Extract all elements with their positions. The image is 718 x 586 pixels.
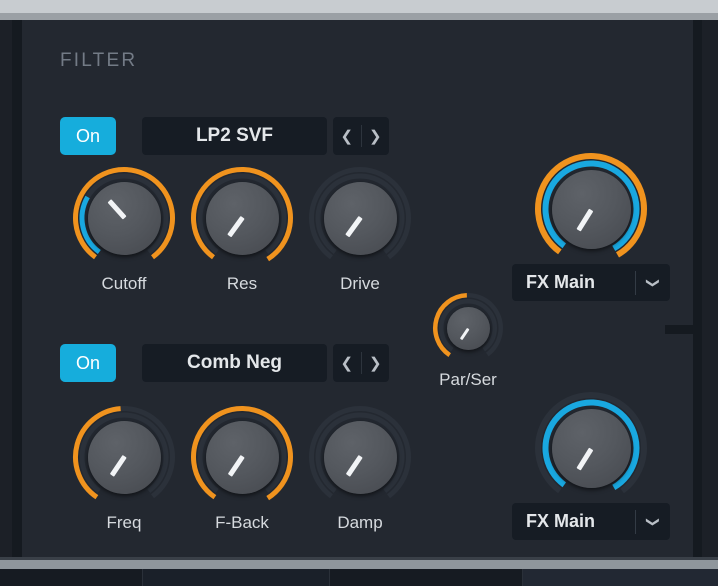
filter2-type-field[interactable]: Comb Neg <box>142 344 327 382</box>
knob-group <box>534 391 648 505</box>
filter1-next-icon[interactable]: ❯ <box>362 117 390 155</box>
filter1-on-button[interactable]: On <box>60 117 116 155</box>
knob-par-ser[interactable] <box>432 292 504 364</box>
knob-res[interactable] <box>190 166 294 270</box>
filter1-fx-destination-dropdown[interactable]: FX Main ❯ <box>512 264 670 301</box>
bottom-cell-1[interactable] <box>0 569 143 586</box>
knob-cutoff[interactable] <box>72 166 176 270</box>
knob-damp[interactable] <box>308 405 412 509</box>
knob-group <box>190 166 294 270</box>
filter-module-panel: FILTER On LP2 SVF ❮ ❯ Cutoff Res Drive FX … <box>22 20 693 557</box>
knob-fx-main[interactable] <box>534 152 648 266</box>
knob-f-back[interactable] <box>190 405 294 509</box>
bottom-cell-4[interactable] <box>523 569 718 586</box>
panel-right-gutter <box>693 20 702 557</box>
knob-group <box>308 166 412 270</box>
page-title: FILTER <box>60 50 138 71</box>
knob-group <box>308 405 412 509</box>
knob-label: Drive <box>340 274 380 293</box>
knob-group <box>190 405 294 509</box>
filter1-prev-icon[interactable]: ❮ <box>333 117 361 155</box>
filter2-fx-destination-dropdown[interactable]: FX Main ❯ <box>512 503 670 540</box>
chevron-down-icon[interactable]: ❯ <box>645 266 661 300</box>
plugin-main-area: FILTER On LP2 SVF ❮ ❯ Cutoff Res Drive FX … <box>0 20 718 557</box>
knob-group <box>72 405 176 509</box>
knob-group <box>432 292 504 364</box>
bottom-cell-2[interactable] <box>143 569 330 586</box>
knob-label: Res <box>226 274 258 293</box>
knob-freq[interactable] <box>72 405 176 509</box>
bottom-cell-3[interactable] <box>330 569 523 586</box>
knob-label: Damp <box>337 513 383 532</box>
fx-destination-label: FX Main <box>526 511 596 531</box>
window-right-margin <box>702 20 718 557</box>
window-left-margin <box>0 20 12 557</box>
panel-right-notch <box>665 325 693 334</box>
chevron-down-icon[interactable]: ❯ <box>645 505 661 539</box>
filter2-on-button[interactable]: On <box>60 344 116 382</box>
filter1-stepper: ❮ ❯ <box>333 117 389 155</box>
knob-fx-main[interactable] <box>534 391 648 505</box>
dropdown-divider <box>635 270 636 295</box>
dropdown-divider <box>635 509 636 534</box>
knob-label: Cutoff <box>101 274 147 293</box>
fx-destination-label: FX Main <box>526 272 596 292</box>
bottom-toolbar <box>0 569 718 586</box>
filter2-stepper: ❮ ❯ <box>333 344 389 382</box>
knob-drive[interactable] <box>308 166 412 270</box>
knob-label: F-Back <box>215 513 269 532</box>
plugin-window: FILTER On LP2 SVF ❮ ❯ Cutoff Res Drive FX … <box>0 0 718 586</box>
window-titlebar-shadow <box>0 13 718 20</box>
window-statusbar <box>0 560 718 569</box>
knob-label: Freq <box>106 513 142 532</box>
filter2-prev-icon[interactable]: ❮ <box>333 344 361 382</box>
filter2-next-icon[interactable]: ❯ <box>362 344 390 382</box>
knob-group <box>534 152 648 266</box>
filter1-type-field[interactable]: LP2 SVF <box>142 117 327 155</box>
panel-left-gutter <box>12 20 22 557</box>
knob-label: Par/Ser <box>439 370 497 389</box>
window-titlebar <box>0 0 718 13</box>
knob-group <box>72 166 176 270</box>
